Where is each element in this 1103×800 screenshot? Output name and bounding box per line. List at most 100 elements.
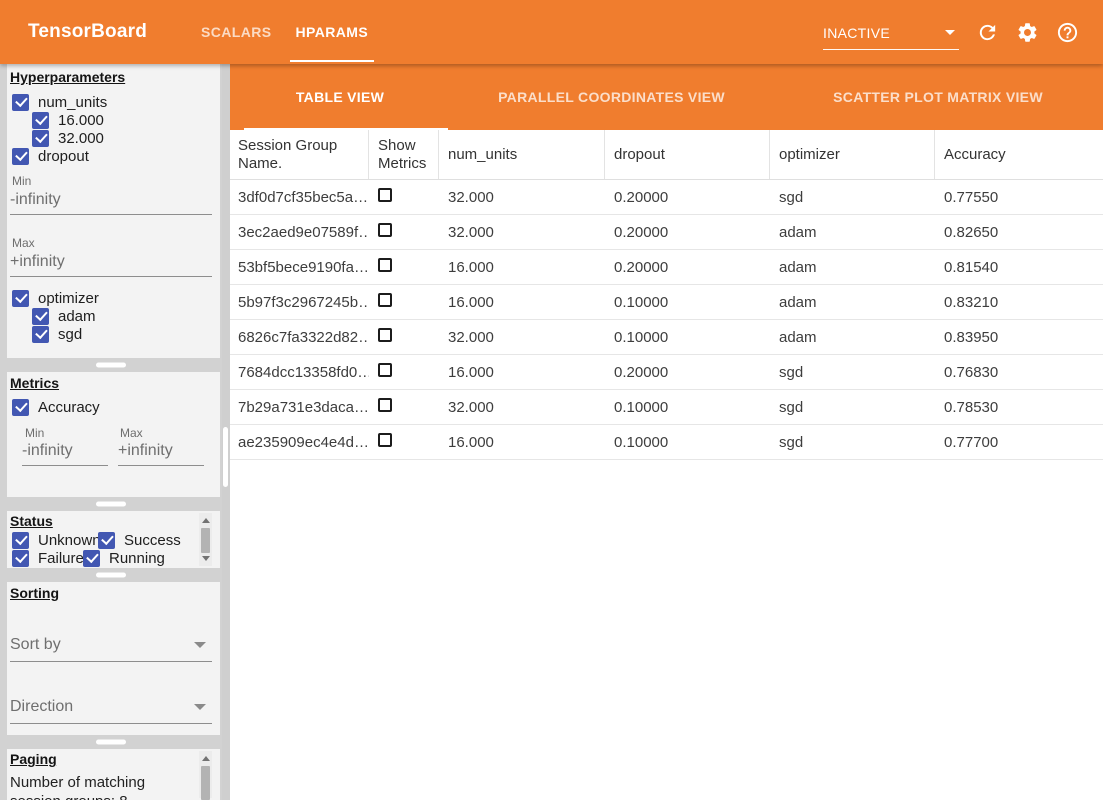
value-16-label: 16.000 — [58, 112, 104, 129]
chevron-down-icon — [194, 642, 206, 648]
scrollbar-thumb[interactable] — [201, 766, 210, 800]
num-units-cell: 32.000 — [439, 224, 605, 241]
column-header-accuracy[interactable]: Accuracy — [935, 130, 1103, 179]
dropout-min-label: Min — [12, 174, 31, 188]
top-app-bar: TensorBoard SCALARS HPARAMS INACTIVE — [0, 0, 1103, 64]
table-row: 6826c7fa3322d82… 32.000 0.10000 adam 0.8… — [230, 320, 1103, 355]
show-metrics-checkbox[interactable] — [378, 188, 392, 202]
optimizer-cell: sgd — [770, 399, 935, 416]
dropout-cell: 0.20000 — [605, 224, 770, 241]
metrics-section: Metrics Accuracy Min Max — [7, 372, 220, 497]
show-metrics-checkbox[interactable] — [378, 433, 392, 447]
show-metrics-cell — [369, 223, 439, 241]
sgd-checkbox[interactable] — [32, 326, 49, 343]
column-header-num-units[interactable]: num_units — [439, 130, 605, 179]
matching-session-groups-text: Number of matching session groups: 8 — [10, 773, 196, 800]
table-row: ae235909ec4e4d… 16.000 0.10000 sgd 0.777… — [230, 425, 1103, 460]
help-icon[interactable] — [1056, 21, 1079, 44]
scrollbar-thumb[interactable] — [201, 528, 210, 553]
reload-status-value: INACTIVE — [823, 25, 890, 41]
resize-handle[interactable] — [0, 358, 222, 372]
dropout-max-input[interactable] — [10, 253, 212, 277]
status-scrollbar[interactable] — [199, 513, 212, 566]
show-metrics-checkbox[interactable] — [378, 258, 392, 272]
value-16-checkbox[interactable] — [32, 112, 49, 129]
column-header-show-metrics[interactable]: Show Metrics — [369, 130, 439, 179]
optimizer-cell: adam — [770, 224, 935, 241]
column-header-optimizer[interactable]: optimizer — [770, 130, 935, 179]
tab-hparams[interactable]: HPARAMS — [284, 0, 381, 64]
metric-max-label: Max — [120, 426, 143, 440]
show-metrics-checkbox[interactable] — [378, 363, 392, 377]
resize-handle[interactable] — [0, 735, 222, 749]
accuracy-cell: 0.83210 — [935, 294, 1103, 311]
hparam-item-optimizer: optimizer — [12, 289, 99, 307]
failure-label: Failure — [38, 550, 84, 567]
running-label: Running — [109, 550, 165, 567]
value-32-checkbox[interactable] — [32, 130, 49, 147]
scroll-up-icon[interactable] — [202, 756, 210, 761]
table-row: 7684dcc13358fd0… 16.000 0.20000 sgd 0.76… — [230, 355, 1103, 390]
session-group-name: 5b97f3c2967245b… — [230, 294, 369, 311]
table-row: 3ec2aed9e07589f… 32.000 0.20000 adam 0.8… — [230, 215, 1103, 250]
column-header-dropout[interactable]: dropout — [605, 130, 770, 179]
adam-checkbox[interactable] — [32, 308, 49, 325]
accuracy-checkbox[interactable] — [12, 399, 29, 416]
unknown-checkbox[interactable] — [12, 532, 29, 549]
optimizer-checkbox[interactable] — [12, 290, 29, 307]
failure-checkbox[interactable] — [12, 550, 29, 567]
show-metrics-checkbox[interactable] — [378, 223, 392, 237]
optimizer-cell: adam — [770, 329, 935, 346]
resize-handle[interactable] — [0, 568, 222, 582]
optimizer-cell: adam — [770, 294, 935, 311]
tab-scatter-plot-matrix-view[interactable]: SCATTER PLOT MATRIX VIEW — [773, 64, 1103, 130]
optimizer-cell: adam — [770, 259, 935, 276]
success-label: Success — [124, 532, 181, 549]
tab-parallel-coordinates-view[interactable]: PARALLEL COORDINATES VIEW — [450, 64, 773, 130]
sidebar-scroll-thumb[interactable] — [223, 427, 228, 487]
scroll-up-icon[interactable] — [202, 518, 210, 523]
metric-min-input[interactable] — [22, 442, 108, 466]
metric-min-label: Min — [25, 426, 44, 440]
resize-handle[interactable] — [0, 497, 222, 511]
dropout-cell: 0.10000 — [605, 329, 770, 346]
reload-status-dropdown[interactable]: INACTIVE — [823, 25, 959, 50]
hparam-value-16: 16.000 — [32, 111, 104, 129]
settings-gear-icon[interactable] — [1016, 21, 1039, 44]
dropout-min-input[interactable] — [10, 191, 212, 215]
sorting-heading: Sorting — [10, 585, 59, 601]
sort-by-value: Sort by — [10, 636, 61, 654]
refresh-icon[interactable] — [976, 21, 999, 44]
tab-scalars[interactable]: SCALARS — [189, 0, 283, 64]
paging-scrollbar[interactable] — [199, 751, 212, 798]
optimizer-cell: sgd — [770, 364, 935, 381]
show-metrics-checkbox[interactable] — [378, 293, 392, 307]
show-metrics-checkbox[interactable] — [378, 398, 392, 412]
num-units-checkbox[interactable] — [12, 94, 29, 111]
accuracy-cell: 0.82650 — [935, 224, 1103, 241]
accuracy-cell: 0.77700 — [935, 434, 1103, 451]
session-group-name: 3df0d7cf35bec5a… — [230, 189, 369, 206]
show-metrics-checkbox[interactable] — [378, 328, 392, 342]
sidebar-scroll-track[interactable] — [222, 64, 230, 800]
session-group-name: ae235909ec4e4d… — [230, 434, 369, 451]
show-metrics-cell — [369, 188, 439, 206]
status-section: Status Unknown Success Failure Running — [7, 511, 220, 568]
hparam-value-adam: adam — [32, 307, 96, 325]
dropout-checkbox[interactable] — [12, 148, 29, 165]
direction-select[interactable]: Direction — [10, 698, 212, 724]
tab-table-view[interactable]: TABLE VIEW — [230, 64, 450, 130]
success-checkbox[interactable] — [98, 532, 115, 549]
accuracy-cell: 0.77550 — [935, 189, 1103, 206]
running-checkbox[interactable] — [83, 550, 100, 567]
session-group-name: 6826c7fa3322d82… — [230, 329, 369, 346]
column-header-session-group-name[interactable]: Session Group Name. — [230, 130, 369, 179]
metric-max-input[interactable] — [118, 442, 204, 466]
dropout-cell: 0.10000 — [605, 434, 770, 451]
sort-by-select[interactable]: Sort by — [10, 636, 212, 662]
table-row: 53bf5bece9190fa… 16.000 0.20000 adam 0.8… — [230, 250, 1103, 285]
scroll-down-icon[interactable] — [202, 556, 210, 561]
num-units-cell: 16.000 — [439, 294, 605, 311]
table-row: 3df0d7cf35bec5a… 32.000 0.20000 sgd 0.77… — [230, 180, 1103, 215]
num-units-cell: 16.000 — [439, 364, 605, 381]
